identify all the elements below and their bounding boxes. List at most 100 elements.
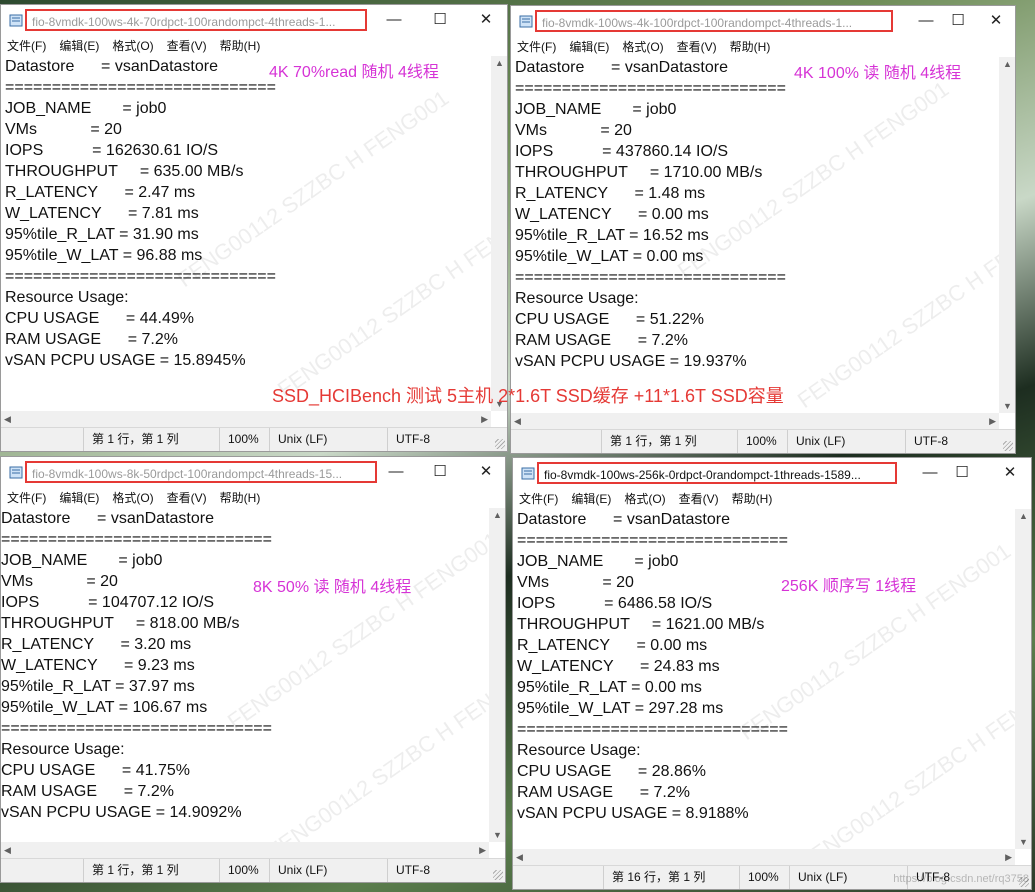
horizontal-scrollbar[interactable]: ◀ ▶ [513,849,1015,866]
text-line: 95%tile_W_LAT = 0.00 ms [515,248,704,265]
menu-file[interactable]: 文件(F) [517,37,556,57]
menu-view[interactable]: 查看(V) [167,36,207,56]
text-line: W_LATENCY = 7.81 ms [5,205,199,222]
scroll-up-icon[interactable]: ▲ [1003,59,1012,69]
text-line: IOPS = 104707.12 IO/S [1,594,215,611]
text-line: CPU USAGE = 51.22% [515,311,704,328]
scroll-down-icon[interactable]: ▼ [1019,837,1028,847]
scroll-left-icon[interactable]: ◀ [516,852,523,863]
text-line: vSAN PCPU USAGE = 19.937% [515,353,747,370]
close-button[interactable]: ✕ [995,462,1025,484]
scroll-right-icon[interactable]: ▶ [989,416,996,427]
close-button[interactable]: ✕ [471,9,501,31]
text-area[interactable]: FENG00112 SZZBC H FENG001 FENG00112 SZZB… [511,57,999,413]
vertical-scrollbar[interactable]: ▲ ▼ [1015,509,1031,849]
menu-file[interactable]: 文件(F) [519,489,558,509]
encoding: UTF-8 [387,859,497,882]
scroll-up-icon[interactable]: ▲ [1019,511,1028,521]
status-bar: 第 1 行，第 1 列 100% Unix (LF) UTF-8 [511,429,1015,453]
line-ending: Unix (LF) [269,859,387,882]
resize-grip-icon[interactable] [493,870,503,880]
text-line: W_LATENCY = 0.00 ms [515,206,709,223]
window-title: fio-8vmdk-100ws-4k-70rdpct-100randompct-… [25,9,367,31]
menu-help[interactable]: 帮助(H) [220,488,261,508]
title-bar[interactable]: fio-8vmdk-100ws-4k-100rdpct-100randompct… [511,6,1015,37]
text-line: 95%tile_R_LAT = 31.90 ms [5,226,199,243]
minimize-button[interactable]: — [381,461,411,483]
text-line: R_LATENCY = 3.20 ms [1,636,192,653]
scroll-down-icon[interactable]: ▼ [493,830,502,840]
test-banner: SSD_HCIBench 测试 5主机 2*1.6T SSD缓存 +11*1.6… [272,386,784,406]
menu-edit[interactable]: 编辑(E) [569,37,609,57]
resize-grip-icon[interactable] [1003,441,1013,451]
minimize-button[interactable]: — [915,462,945,484]
scroll-right-icon[interactable]: ▶ [481,414,488,425]
menu-format[interactable]: 格式(O) [624,489,665,509]
cursor-position: 第 1 行，第 1 列 [83,859,219,882]
close-button[interactable]: ✕ [981,10,1011,32]
scroll-up-icon[interactable]: ▲ [495,58,504,68]
scroll-right-icon[interactable]: ▶ [479,845,486,856]
text-line: ============================= [5,268,276,285]
menu-file[interactable]: 文件(F) [7,36,46,56]
window-title: fio-8vmdk-100ws-8k-50rdpct-100randompct-… [25,461,377,483]
vertical-scrollbar[interactable]: ▲ ▼ [491,56,507,411]
text-line: Resource Usage: [1,741,125,758]
text-line: THROUGHPUT = 818.00 MB/s [1,615,240,632]
scroll-left-icon[interactable]: ◀ [514,416,521,427]
scroll-down-icon[interactable]: ▼ [1003,401,1012,411]
close-button[interactable]: ✕ [471,461,501,483]
scroll-left-icon[interactable]: ◀ [4,414,11,425]
text-area[interactable]: FENG00112 SZZBC H FENG001 FENG00112 SZZB… [1,508,489,842]
maximize-button[interactable]: ☐ [947,462,977,484]
text-line: Datastore = vsanDatastore [517,511,730,528]
scroll-up-icon[interactable]: ▲ [493,510,502,520]
title-bar[interactable]: fio-8vmdk-100ws-8k-50rdpct-100randompct-… [1,457,505,488]
scroll-right-icon[interactable]: ▶ [1005,852,1012,863]
scroll-left-icon[interactable]: ◀ [4,845,11,856]
cursor-position: 第 16 行，第 1 列 [603,866,739,889]
minimize-button[interactable]: — [911,10,941,32]
vertical-scrollbar[interactable]: ▲ ▼ [489,508,505,842]
menu-format[interactable]: 格式(O) [622,37,663,57]
menu-bar: 文件(F) 编辑(E) 格式(O) 查看(V) 帮助(H) [1,36,507,56]
text-line: JOB_NAME = job0 [515,101,677,118]
minimize-button[interactable]: — [379,9,409,31]
resize-grip-icon[interactable] [495,439,505,449]
maximize-button[interactable]: ☐ [425,461,455,483]
text-line: R_LATENCY = 0.00 ms [517,637,708,654]
menu-format[interactable]: 格式(O) [112,488,153,508]
text-line: Datastore = vsanDatastore [515,59,728,76]
text-line: JOB_NAME = job0 [1,552,163,569]
horizontal-scrollbar[interactable]: ◀ ▶ [511,413,999,430]
menu-view[interactable]: 查看(V) [679,489,719,509]
test-annotation: 4K 70%read 随机 4线程 [269,64,439,81]
menu-view[interactable]: 查看(V) [167,488,207,508]
text-area[interactable]: FENG00112 SZZBC H FENG001 FENG00112 SZZB… [1,56,491,411]
watermark: FENG00112 SZZBC H FENG001 [222,527,489,734]
watermark: FENG00112 SZZBC H FENG001 [262,657,489,842]
title-bar[interactable]: fio-8vmdk-100ws-256k-0rdpct-0randompct-1… [513,458,1031,489]
text-line: Resource Usage: [517,742,641,759]
menu-edit[interactable]: 编辑(E) [59,488,99,508]
menu-help[interactable]: 帮助(H) [220,36,261,56]
text-line: JOB_NAME = job0 [517,553,679,570]
maximize-button[interactable]: ☐ [425,9,455,31]
menu-format[interactable]: 格式(O) [112,36,153,56]
menu-edit[interactable]: 编辑(E) [571,489,611,509]
horizontal-scrollbar[interactable]: ◀ ▶ [1,411,491,428]
window-title: fio-8vmdk-100ws-4k-100rdpct-100randompct… [535,10,893,32]
text-line: ============================= [515,269,786,286]
menu-file[interactable]: 文件(F) [7,488,46,508]
title-bar[interactable]: fio-8vmdk-100ws-4k-70rdpct-100randompct-… [1,5,507,36]
text-area[interactable]: FENG00112 SZZBC H FENG001 FENG00112 SZZB… [513,509,1015,849]
menu-help[interactable]: 帮助(H) [732,489,773,509]
maximize-button[interactable]: ☐ [943,10,973,32]
menu-help[interactable]: 帮助(H) [730,37,771,57]
text-line: RAM USAGE = 7.2% [515,332,688,349]
horizontal-scrollbar[interactable]: ◀ ▶ [1,842,489,859]
text-line: IOPS = 6486.58 IO/S [517,595,713,612]
menu-edit[interactable]: 编辑(E) [59,36,99,56]
vertical-scrollbar[interactable]: ▲ ▼ [999,57,1015,413]
menu-view[interactable]: 查看(V) [677,37,717,57]
